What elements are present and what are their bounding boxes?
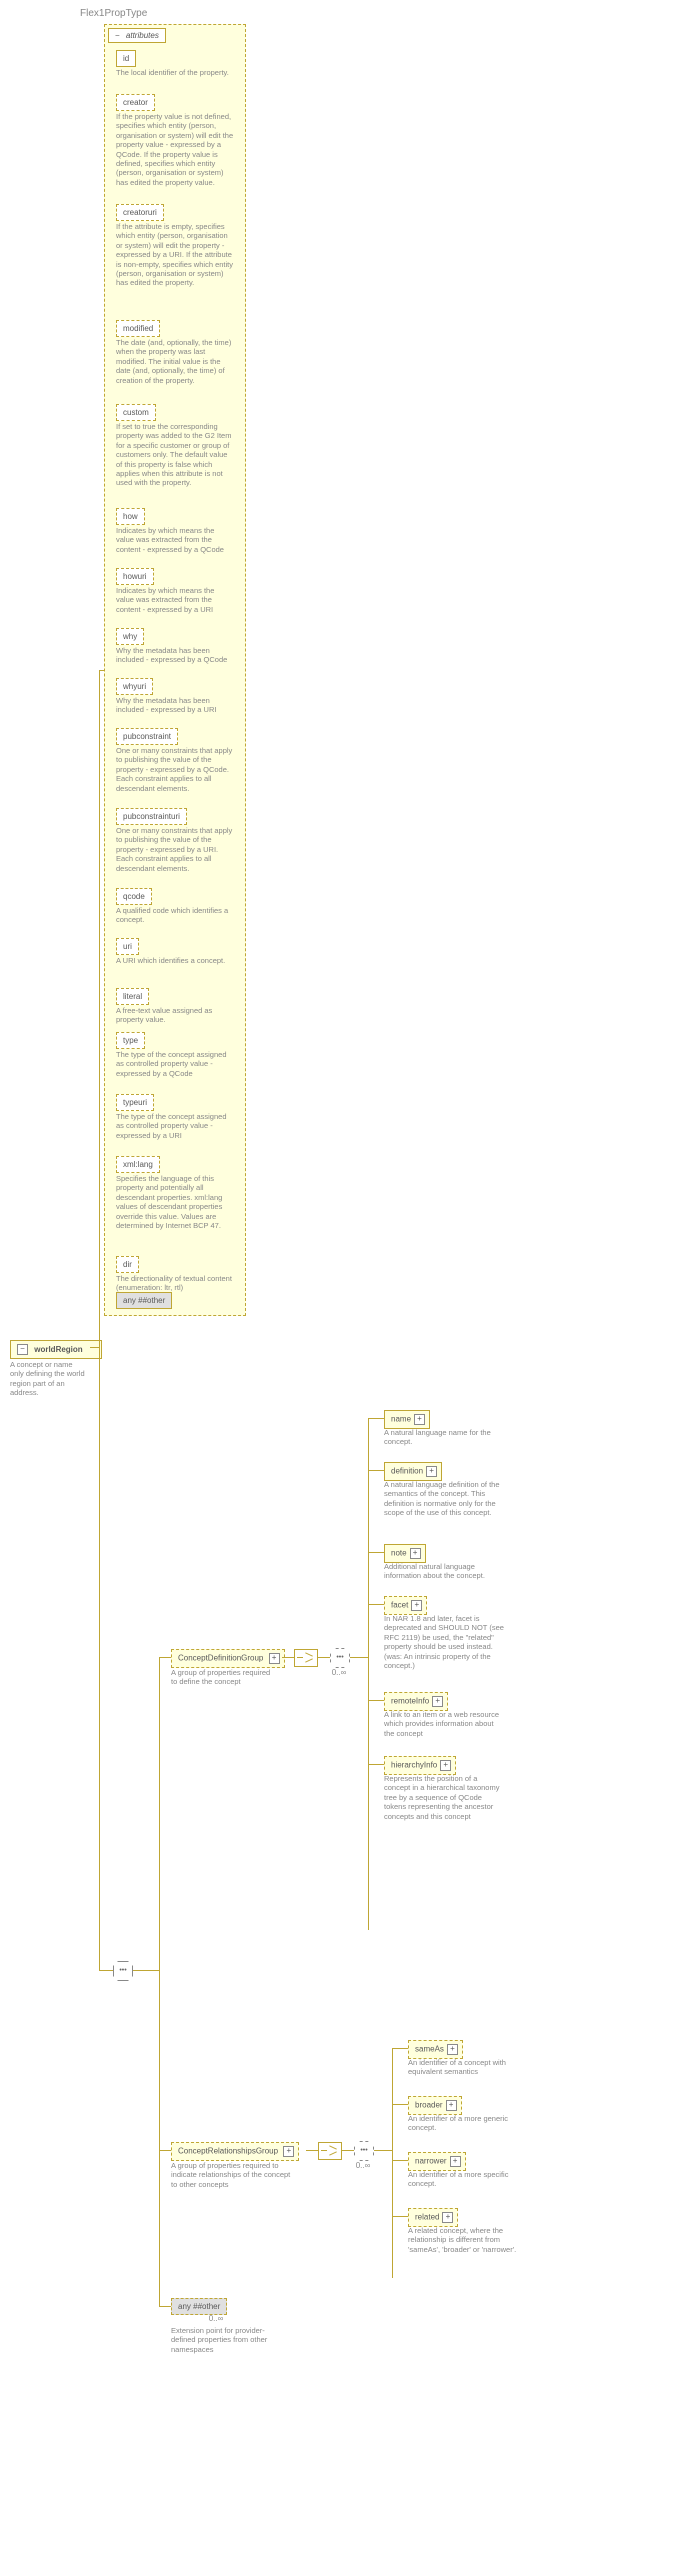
child-broader: broader+	[408, 2096, 462, 2115]
group-desc: A group of properties required to define…	[171, 1668, 275, 1687]
group-label: ConceptDefinitionGroup	[178, 1654, 263, 1663]
child-note: note+	[384, 1544, 426, 1563]
attr-desc: If the attribute is empty, specifies whi…	[116, 222, 234, 288]
child-desc: A related concept, where the relationshi…	[408, 2226, 518, 2254]
attr-desc: Why the metadata has been included - exp…	[116, 696, 234, 715]
group-conceptdefinition: ConceptDefinitionGroup +	[171, 1649, 285, 1668]
attr-desc: The type of the concept assigned as cont…	[116, 1112, 234, 1140]
child-related: related+	[408, 2208, 458, 2227]
attr-desc: The type of the concept assigned as cont…	[116, 1050, 234, 1078]
any-other-element-block: any ##other	[171, 2298, 227, 2315]
any-other-attr-block: any ##other	[116, 1292, 172, 1309]
child-hierarchyInfo: hierarchyInfo+	[384, 1756, 456, 1775]
attr-typeuri: typeuri	[116, 1094, 154, 1111]
attr-id: id	[116, 50, 136, 67]
collapse-icon[interactable]: −	[115, 31, 120, 40]
child-facet: facet+	[384, 1596, 427, 1615]
root-label: worldRegion	[34, 1345, 82, 1354]
attr-desc: Indicates by which means the value was e…	[116, 526, 234, 554]
expand-icon[interactable]: +	[432, 1696, 443, 1707]
attr-type: type	[116, 1032, 145, 1049]
sequence-compositor: •••	[113, 1961, 133, 1981]
attr-desc: The date (and, optionally, the time) whe…	[116, 338, 234, 385]
expand-icon[interactable]: +	[442, 2212, 453, 2223]
group-conceptrelationships: ConceptRelationshipsGroup +	[171, 2142, 299, 2161]
group-label: ConceptRelationshipsGroup	[178, 2147, 278, 2156]
attr-creatoruri: creatoruri	[116, 204, 164, 221]
attr-pubconstraint: pubconstraint	[116, 728, 178, 745]
cardinality: 0..∞	[354, 2161, 372, 2171]
attr-whyuri: whyuri	[116, 678, 153, 695]
child-desc: A link to an item or a web resource whic…	[384, 1710, 504, 1738]
child-desc: Additional natural language information …	[384, 1562, 504, 1581]
attr-desc: The directionality of textual content (e…	[116, 1274, 234, 1293]
child-narrower: narrower+	[408, 2152, 466, 2171]
expand-icon[interactable]: +	[447, 2044, 458, 2055]
attr-dir: dir	[116, 1256, 139, 1273]
child-definition: definition+	[384, 1462, 442, 1481]
sequence-compositor: •••	[354, 2141, 374, 2161]
attr-modified: modified	[116, 320, 160, 337]
attr-howuri: howuri	[116, 568, 154, 585]
cardinality: 0..∞	[201, 2314, 231, 2324]
expand-icon[interactable]: +	[450, 2156, 461, 2167]
child-name: name+	[384, 1410, 430, 1429]
attr-custom: custom	[116, 404, 156, 421]
expand-icon[interactable]: +	[414, 1414, 425, 1425]
attr-why: why	[116, 628, 144, 645]
attr-creator: creator	[116, 94, 155, 111]
any-other-desc: Extension point for provider-defined pro…	[171, 2326, 281, 2354]
attr-desc: The local identifier of the property.	[116, 68, 234, 77]
child-desc: An identifier of a more generic concept.	[408, 2114, 518, 2133]
child-desc: Represents the position of a concept in …	[384, 1774, 504, 1821]
root-desc: A concept or name only defining the worl…	[10, 1360, 88, 1398]
attr-desc: A qualified code which identifies a conc…	[116, 906, 234, 925]
page-title: Flex1PropType	[80, 8, 147, 19]
collapse-icon[interactable]: −	[17, 1344, 28, 1355]
attributes-header-label: attributes	[126, 31, 159, 40]
expand-icon[interactable]: +	[283, 2146, 294, 2157]
group-desc: A group of properties required to indica…	[171, 2161, 297, 2189]
expand-icon[interactable]: +	[410, 1548, 421, 1559]
child-desc: An identifier of a more specific concept…	[408, 2170, 518, 2189]
attr-xml-lang: xml:lang	[116, 1156, 160, 1173]
connector-switch	[294, 1649, 318, 1667]
attr-desc: Specifies the language of this property …	[116, 1174, 234, 1230]
expand-icon[interactable]: +	[411, 1600, 422, 1611]
attr-desc: One or many constraints that apply to pu…	[116, 746, 234, 793]
child-desc: In NAR 1.8 and later, facet is deprecate…	[384, 1614, 504, 1670]
attr-desc: If set to true the corresponding propert…	[116, 422, 234, 488]
attr-pubconstrainturi: pubconstrainturi	[116, 808, 187, 825]
attr-literal: literal	[116, 988, 149, 1005]
connector-switch	[318, 2142, 342, 2160]
expand-icon[interactable]: +	[426, 1466, 437, 1477]
cardinality: 0..∞	[330, 1668, 348, 1678]
attr-how: how	[116, 508, 145, 525]
attr-desc: Indicates by which means the value was e…	[116, 586, 234, 614]
attr-desc: Why the metadata has been included - exp…	[116, 646, 234, 665]
child-desc: An identifier of a concept with equivale…	[408, 2058, 518, 2077]
child-desc: A natural language name for the concept.	[384, 1428, 504, 1447]
attr-desc: A free-text value assigned as property v…	[116, 1006, 234, 1025]
attr-qcode: qcode	[116, 888, 152, 905]
child-desc: A natural language definition of the sem…	[384, 1480, 504, 1518]
sequence-compositor: •••	[330, 1648, 350, 1668]
expand-icon[interactable]: +	[269, 1653, 280, 1664]
expand-icon[interactable]: +	[446, 2100, 457, 2111]
attr-uri: uri	[116, 938, 139, 955]
attributes-header-box: − attributes	[108, 28, 166, 43]
attr-desc: A URI which identifies a concept.	[116, 956, 234, 965]
attr-desc: If the property value is not defined, sp…	[116, 112, 234, 187]
child-remoteInfo: remoteInfo+	[384, 1692, 448, 1711]
expand-icon[interactable]: +	[440, 1760, 451, 1771]
root-worldregion: − worldRegion	[10, 1340, 102, 1359]
child-sameAs: sameAs+	[408, 2040, 463, 2059]
attr-desc: One or many constraints that apply to pu…	[116, 826, 234, 873]
